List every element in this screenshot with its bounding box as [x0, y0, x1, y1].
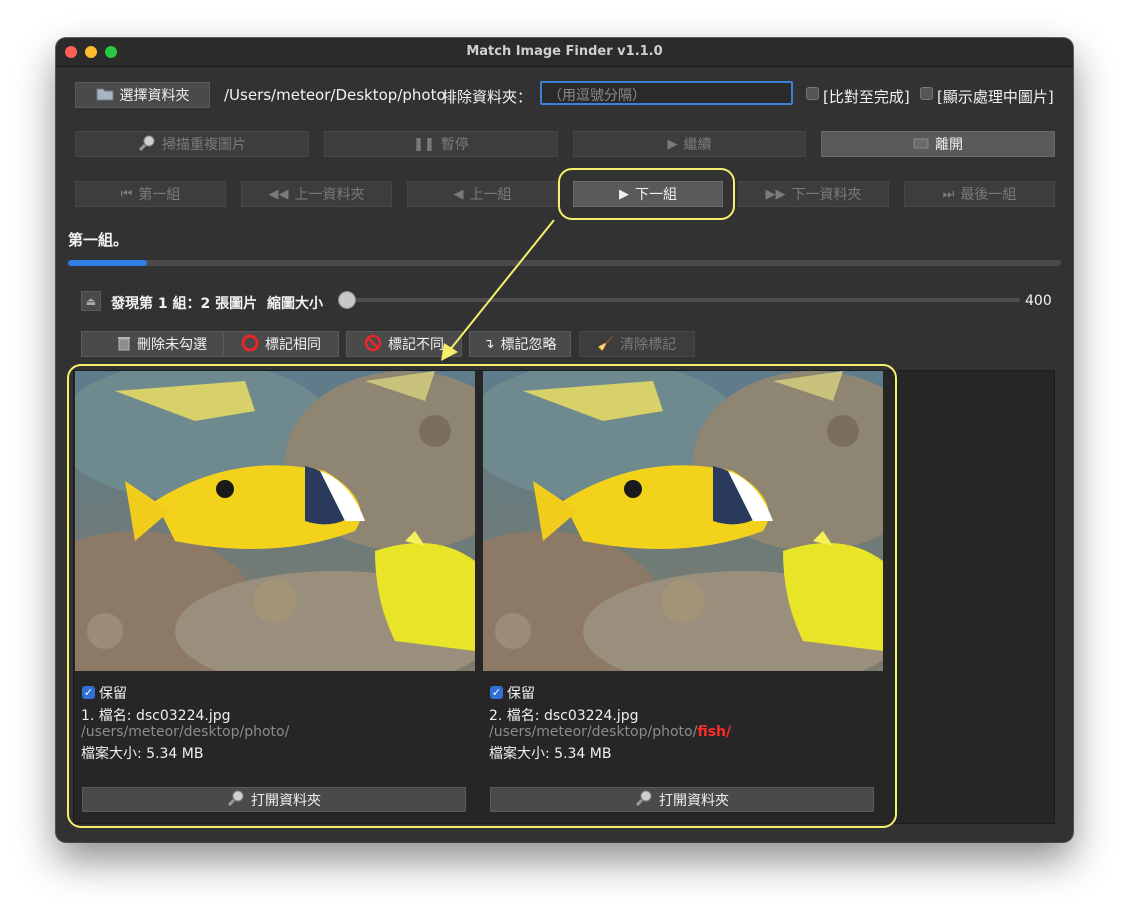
annotation-arrow [441, 219, 555, 361]
app-window: Match Image Finder v1.1.0 選擇資料夾 /Users/m… [56, 38, 1073, 842]
